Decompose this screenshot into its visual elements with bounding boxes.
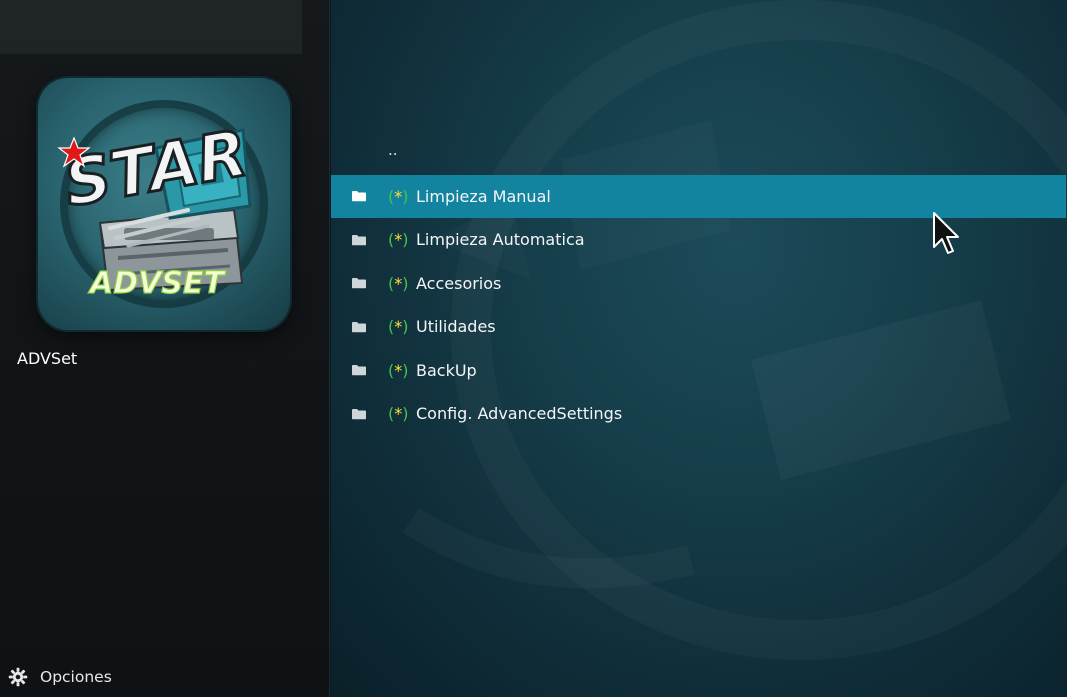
list-item-backup[interactable]: (*) BackUp xyxy=(331,349,1066,393)
list-item-label: Config. AdvancedSettings xyxy=(416,404,623,424)
list-item-prefix: (*) xyxy=(388,186,409,206)
list-item-utilidades[interactable]: (*) Utilidades xyxy=(331,305,1066,349)
list-item-label: BackUp xyxy=(416,360,477,380)
list-item-prefix: (*) xyxy=(388,230,409,250)
file-list: .. (*) Limpieza Manual (*) Limpieza Auto… xyxy=(331,131,1067,436)
parent-directory-item[interactable]: .. xyxy=(331,131,1066,175)
logo-advset-text: ADVSET xyxy=(88,266,226,301)
mouse-cursor-icon xyxy=(933,212,959,254)
folder-icon xyxy=(352,278,366,289)
options-button[interactable]: Opciones xyxy=(8,665,112,689)
folder-icon xyxy=(352,365,366,376)
addon-info-panel: STAR ADVSET ADVSet Opciones xyxy=(0,0,330,697)
list-item-accesorios[interactable]: (*) Accesorios xyxy=(331,262,1066,306)
folder-icon xyxy=(352,191,366,202)
gear-icon xyxy=(8,667,28,687)
addon-thumbnail: STAR ADVSET xyxy=(38,78,290,330)
options-label: Opciones xyxy=(40,668,112,686)
directory-listing-panel: .. (*) Limpieza Manual (*) Limpieza Auto… xyxy=(331,0,1067,697)
parent-directory-label: .. xyxy=(388,141,398,159)
folder-icon xyxy=(352,408,366,420)
list-item-label: Limpieza Manual xyxy=(416,186,551,206)
toolbox-logo-image: STAR ADVSET xyxy=(57,115,254,302)
list-item-config-advancedsettings[interactable]: (*) Config. AdvancedSettings xyxy=(331,392,1066,436)
list-item-prefix: (*) xyxy=(388,273,409,293)
top-strip xyxy=(0,0,302,54)
list-item-label: Limpieza Automatica xyxy=(416,230,585,250)
list-item-prefix: (*) xyxy=(388,317,409,337)
folder-icon xyxy=(352,321,366,333)
list-item-prefix: (*) xyxy=(388,404,409,424)
addon-name: ADVSet xyxy=(17,349,78,368)
list-item-label: Accesorios xyxy=(416,273,502,293)
list-item-prefix: (*) xyxy=(388,360,409,380)
list-item-label: Utilidades xyxy=(416,317,496,337)
folder-icon xyxy=(352,234,366,246)
